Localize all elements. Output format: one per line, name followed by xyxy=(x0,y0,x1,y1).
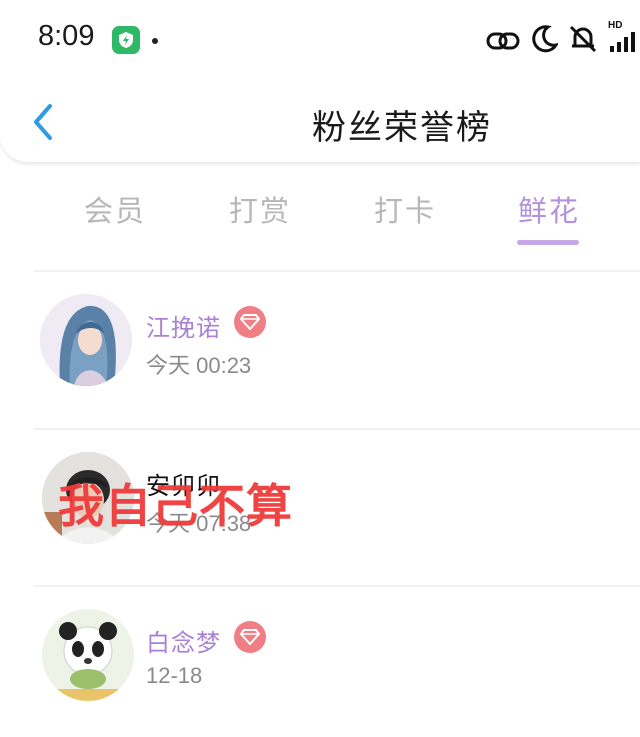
status-time: 8:09 xyxy=(38,20,95,52)
tab-member[interactable]: 会员 xyxy=(84,188,146,230)
avatar xyxy=(40,294,132,386)
hd-label: HD xyxy=(608,20,623,31)
mute-bell-icon xyxy=(566,22,600,60)
fan-name: 白念梦 xyxy=(146,629,221,657)
page-title: 粉丝荣誉榜 xyxy=(312,108,492,148)
diamond-badge-icon xyxy=(234,306,266,338)
nav-header: 粉丝荣誉榜 xyxy=(0,78,640,163)
fan-time: 今天 00:23 xyxy=(146,353,252,378)
fan-time: 12-18 xyxy=(146,663,203,688)
status-bar: 8:09 HD xyxy=(0,0,640,78)
link-icon xyxy=(486,26,520,60)
fan-list-item[interactable]: 白念梦 12-18 xyxy=(0,587,640,737)
tab-bar: 会员 打赏 打卡 鲜花 xyxy=(0,180,640,250)
shield-app-icon xyxy=(112,26,140,54)
avatar xyxy=(42,609,134,701)
notification-dot-icon xyxy=(152,38,158,44)
fan-list-item[interactable]: 江挽诺 今天 00:23 xyxy=(0,272,640,422)
tab-reward[interactable]: 打赏 xyxy=(229,188,291,230)
signal-icon xyxy=(610,32,638,56)
annotation-overlay-text: 我自己不算 xyxy=(58,479,293,533)
tab-flowers[interactable]: 鲜花 xyxy=(518,188,580,230)
tab-checkin[interactable]: 打卡 xyxy=(374,188,436,230)
diamond-badge-icon xyxy=(234,621,266,653)
tab-indicator xyxy=(517,240,579,245)
moon-icon xyxy=(530,24,560,58)
fan-name: 江挽诺 xyxy=(146,314,221,342)
